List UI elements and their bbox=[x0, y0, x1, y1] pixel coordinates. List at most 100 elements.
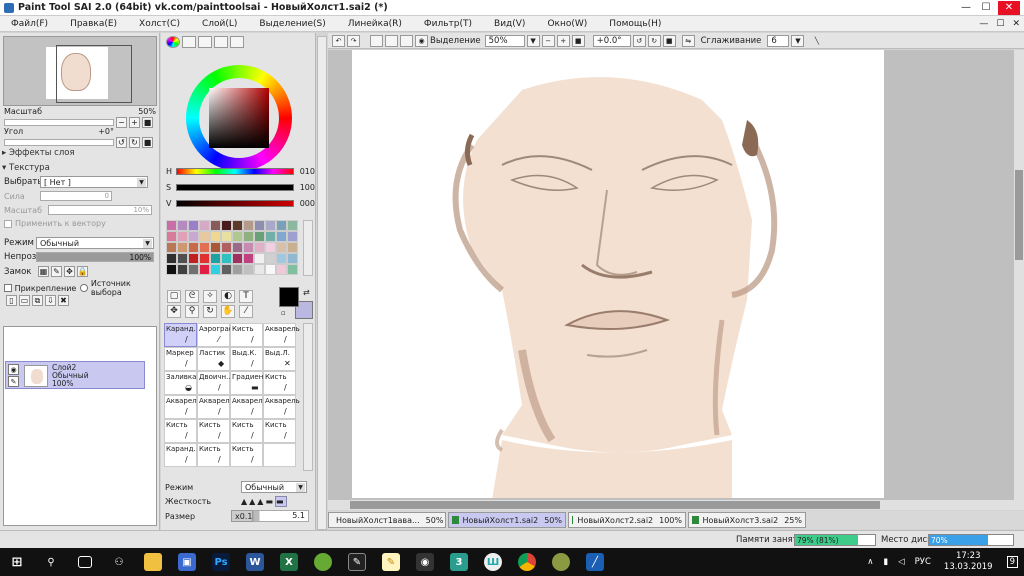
color-swatch[interactable] bbox=[188, 253, 199, 264]
zoom-slider[interactable] bbox=[4, 119, 114, 126]
brush-slot[interactable]: Кисть / bbox=[263, 419, 296, 443]
doc-minimize-button[interactable]: — bbox=[975, 19, 992, 29]
color-swatch[interactable] bbox=[287, 231, 298, 242]
color-swatch[interactable] bbox=[265, 220, 276, 231]
paint-icon[interactable]: ✎ bbox=[374, 548, 408, 576]
strength-slider[interactable]: 0 bbox=[40, 191, 112, 201]
smoothing-dropdown-icon[interactable]: ▼ bbox=[791, 34, 805, 47]
color-swatch[interactable] bbox=[287, 253, 298, 264]
color-swatch[interactable] bbox=[265, 253, 276, 264]
color-swatch[interactable] bbox=[177, 264, 188, 275]
lasso-icon[interactable]: ᘓ bbox=[185, 290, 199, 303]
navigator-viewport[interactable] bbox=[56, 45, 132, 103]
copy-layer-icon[interactable]: ⧉ bbox=[32, 295, 43, 306]
angle-slider[interactable] bbox=[4, 139, 114, 146]
color-swatch[interactable] bbox=[287, 220, 298, 231]
color-swatch[interactable] bbox=[177, 253, 188, 264]
selection-source-radio[interactable] bbox=[80, 284, 88, 292]
zoom-dropdown-icon[interactable]: ▼ bbox=[526, 34, 540, 47]
color-swatch[interactable] bbox=[232, 264, 243, 275]
merge-layer-icon[interactable]: ⇩ bbox=[45, 295, 56, 306]
color-swatch[interactable] bbox=[188, 264, 199, 275]
menu-file[interactable]: Файл(F) bbox=[0, 19, 59, 29]
size-slider[interactable]: 5.1 bbox=[253, 510, 309, 522]
color-swatch[interactable] bbox=[254, 220, 265, 231]
color-swatch[interactable] bbox=[221, 253, 232, 264]
brush-slot[interactable]: Акварель / bbox=[230, 395, 267, 419]
color-swatch[interactable] bbox=[232, 231, 243, 242]
color-swatch[interactable] bbox=[232, 242, 243, 253]
flip-icon[interactable]: ⇋ bbox=[681, 34, 695, 47]
canvas-hscroll-thumb[interactable] bbox=[350, 501, 880, 509]
rotate-cw-icon[interactable]: ↻ bbox=[647, 34, 661, 47]
color-swatch[interactable] bbox=[221, 264, 232, 275]
selection-toggle-icon[interactable]: ◉ bbox=[415, 34, 428, 47]
color-swatch[interactable] bbox=[210, 264, 221, 275]
color-swatch[interactable] bbox=[276, 220, 287, 231]
brush-slot[interactable]: Кисть / bbox=[164, 419, 197, 443]
tab-document-0[interactable]: НовыйХолст1вава... 50% bbox=[328, 512, 446, 528]
lock-all-icon[interactable]: 🔒 bbox=[77, 266, 88, 277]
doc-restore-button[interactable]: ☐ bbox=[992, 19, 1008, 29]
zoom-reset-button[interactable]: ■ bbox=[142, 117, 153, 128]
maximize-button[interactable]: ☐ bbox=[978, 1, 994, 15]
color-swatch[interactable] bbox=[221, 242, 232, 253]
chevron-up-icon[interactable]: ∧ bbox=[867, 557, 873, 567]
tool-panel-scrollbar[interactable] bbox=[317, 36, 327, 530]
color-swatch[interactable] bbox=[287, 242, 298, 253]
color-swatch[interactable] bbox=[210, 231, 221, 242]
brush-slot[interactable]: Градиент ▬ bbox=[230, 371, 267, 395]
color-swatch[interactable] bbox=[254, 242, 265, 253]
color-swatch[interactable] bbox=[265, 264, 276, 275]
color-swatch[interactable] bbox=[177, 242, 188, 253]
select-all-icon[interactable] bbox=[400, 34, 413, 47]
texture-select[interactable]: [ Нет ] ▼ bbox=[40, 176, 148, 188]
color-swatch[interactable] bbox=[166, 253, 177, 264]
menu-canvas[interactable]: Холст(C) bbox=[128, 19, 191, 29]
zoom-out-button[interactable]: − bbox=[116, 117, 127, 128]
word-icon[interactable]: W bbox=[238, 548, 272, 576]
windows-start-icon[interactable]: ⊞ bbox=[0, 548, 34, 576]
color-swatch[interactable] bbox=[232, 220, 243, 231]
pencil-icon[interactable]: ✎ bbox=[8, 376, 19, 387]
notification-center-icon[interactable]: 9 bbox=[1006, 556, 1018, 568]
color-swatch[interactable] bbox=[177, 231, 188, 242]
texture-section[interactable]: ▾ Текстура bbox=[2, 163, 50, 173]
doc-close-button[interactable]: ✕ bbox=[1008, 19, 1024, 29]
tab-document-1[interactable]: НовыйХолст1.sai2 50% bbox=[448, 512, 566, 528]
apply-vector-checkbox[interactable] bbox=[4, 219, 12, 228]
redo-icon[interactable]: ↷ bbox=[347, 34, 360, 47]
color-swatch[interactable] bbox=[199, 231, 210, 242]
brush-slot[interactable]: Кисть / bbox=[230, 419, 263, 443]
saturation-slider[interactable] bbox=[176, 184, 294, 191]
color-swatch[interactable] bbox=[254, 253, 265, 264]
rotate-right-button[interactable]: ↻ bbox=[129, 137, 140, 148]
canvas-zoom-in-button[interactable]: + bbox=[556, 34, 570, 47]
brush-slot[interactable]: Кисть / bbox=[230, 323, 263, 347]
smoothing-select[interactable]: 6 bbox=[767, 34, 790, 47]
rotate-reset-icon[interactable]: ■ bbox=[662, 34, 676, 47]
chrome-icon[interactable] bbox=[510, 548, 544, 576]
menu-help[interactable]: Помощь(H) bbox=[598, 19, 672, 29]
color-swatch[interactable] bbox=[188, 242, 199, 253]
app-dark-icon[interactable]: ✎ bbox=[340, 548, 374, 576]
task-view-icon[interactable] bbox=[68, 548, 102, 576]
lock-draw-icon[interactable]: ✎ bbox=[51, 266, 62, 277]
color-swatch[interactable] bbox=[232, 253, 243, 264]
color-wheel-mode-button[interactable] bbox=[166, 36, 180, 48]
search-icon[interactable]: ⚲ bbox=[34, 548, 68, 576]
brush-slot[interactable]: Кисть / bbox=[230, 443, 263, 467]
color-swatch[interactable] bbox=[276, 231, 287, 242]
brush-slot[interactable]: Выд.Л. ✕ bbox=[263, 347, 296, 371]
menu-layer[interactable]: Слой(L) bbox=[191, 19, 248, 29]
brush-slot[interactable]: Кисть / bbox=[197, 443, 230, 467]
color-swatch[interactable] bbox=[243, 220, 254, 231]
new-layer-icon[interactable]: ▯ bbox=[6, 295, 17, 306]
layer-effects-section[interactable]: ▸ Эффекты слоя bbox=[2, 148, 75, 158]
color-wheel[interactable] bbox=[186, 65, 292, 171]
network-icon[interactable]: ▮ bbox=[883, 557, 888, 567]
language-indicator[interactable]: РУС bbox=[915, 557, 931, 567]
move-icon[interactable]: ✥ bbox=[167, 305, 181, 318]
media-icon[interactable]: ◉ bbox=[408, 548, 442, 576]
color-swatch[interactable] bbox=[243, 231, 254, 242]
